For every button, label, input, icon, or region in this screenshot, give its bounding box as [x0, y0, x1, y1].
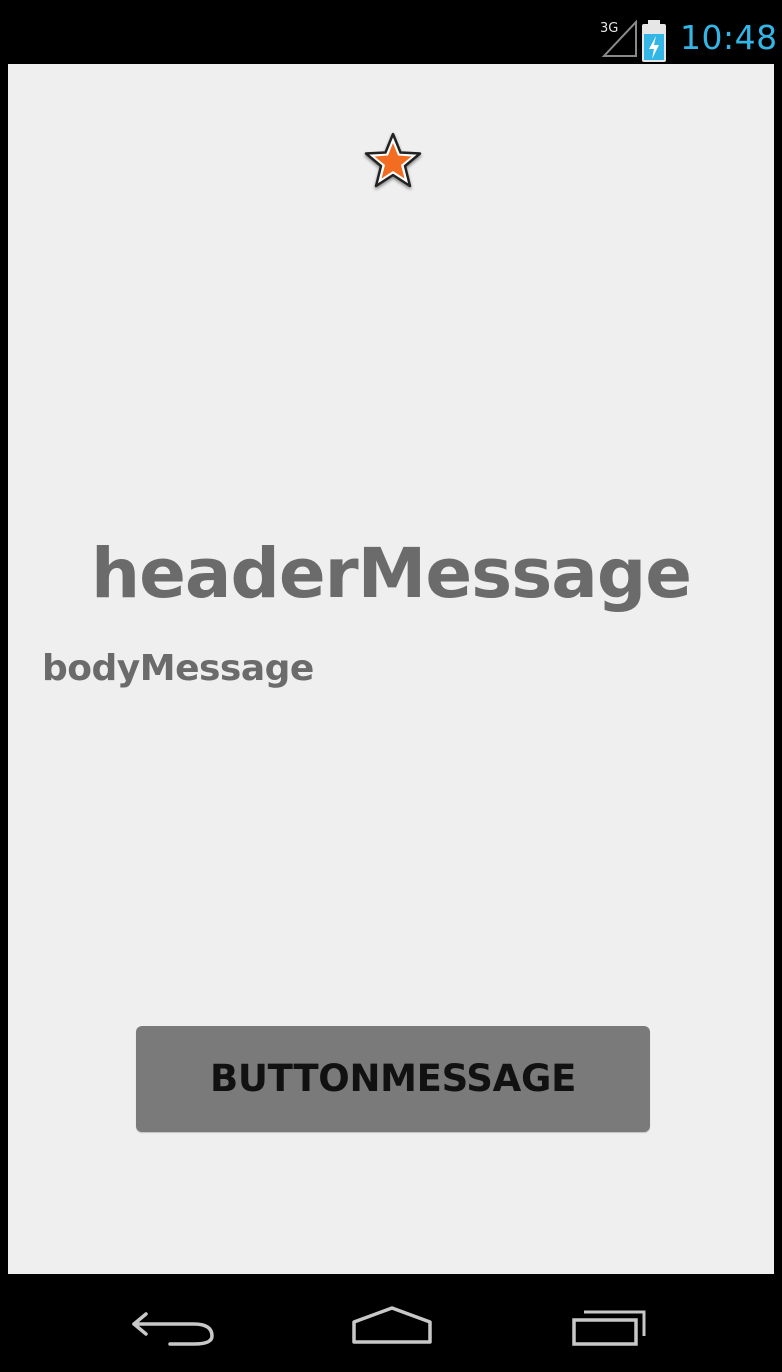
battery-charging-icon	[642, 20, 666, 62]
action-button-label: BUTTONMESSAGE	[209, 1057, 577, 1100]
header-message: headerMessage	[90, 534, 692, 614]
body-message: bodyMessage	[42, 648, 314, 689]
home-icon	[352, 1306, 432, 1344]
star-icon	[364, 132, 422, 188]
signal-3g-icon: 3G	[600, 19, 637, 57]
navigation-bar	[8, 1274, 774, 1372]
device-frame: 3G 10:48 headerMessage bodyMessage BUTTO…	[0, 0, 782, 1372]
action-button[interactable]: BUTTONMESSAGE	[136, 1026, 650, 1132]
back-button[interactable]	[128, 1298, 228, 1350]
recent-apps-icon	[572, 1310, 646, 1346]
app-screen: headerMessage bodyMessage BUTTONMESSAGE	[8, 64, 774, 1274]
recent-apps-button[interactable]	[558, 1298, 658, 1350]
status-clock: 10:48	[680, 18, 778, 57]
network-type-label: 3G	[600, 21, 618, 36]
back-icon	[132, 1312, 214, 1346]
home-button[interactable]	[344, 1298, 444, 1350]
status-bar: 3G 10:48	[8, 10, 777, 64]
